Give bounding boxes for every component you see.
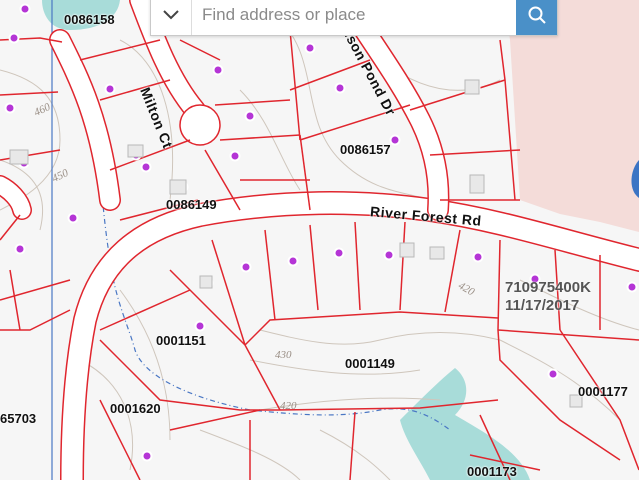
- search-source-dropdown-button[interactable]: [151, 0, 192, 35]
- address-point-icon: [626, 281, 638, 293]
- address-point-icon: [287, 255, 299, 267]
- parcel-label: 0086157: [340, 142, 391, 157]
- milton-ct-cul-de-sac: [179, 104, 221, 146]
- contour-label: 420: [280, 400, 297, 412]
- address-point-icon: [67, 212, 79, 224]
- address-point-icon: [334, 82, 346, 94]
- flood-zone-date: 11/17/2017: [505, 297, 580, 314]
- search-bar: [150, 0, 558, 36]
- search-input[interactable]: [192, 4, 516, 26]
- address-point-icon: [304, 42, 316, 54]
- parcel-map[interactable]: [0, 0, 639, 480]
- address-point-icon: [194, 320, 206, 332]
- parcel-label: 65703: [0, 411, 37, 426]
- search-button[interactable]: [516, 0, 557, 35]
- address-point-icon: [140, 161, 152, 173]
- parcel-label: 0001173: [467, 464, 517, 479]
- parcel-label: 0001620: [110, 401, 161, 416]
- chevron-down-icon: [163, 10, 179, 20]
- contour-label: 430: [275, 349, 292, 361]
- address-point-icon: [14, 243, 26, 255]
- address-point-icon: [8, 32, 20, 44]
- parcel-label: 0001151: [156, 333, 206, 348]
- address-point-icon: [104, 83, 116, 95]
- address-point-icon: [212, 64, 224, 76]
- address-point-icon: [244, 110, 256, 122]
- address-point-icon: [4, 102, 16, 114]
- address-point-icon: [19, 3, 31, 15]
- parcel-label: 0001177: [578, 384, 628, 399]
- parcel-label: 0001149: [345, 356, 395, 371]
- search-icon: [528, 6, 546, 24]
- address-point-icon: [472, 251, 484, 263]
- address-point-icon: [389, 134, 401, 146]
- address-point-icon: [383, 249, 395, 261]
- address-point-icon: [547, 368, 559, 380]
- flood-zone-id: 710975400K: [505, 279, 591, 296]
- address-point-icon: [229, 150, 241, 162]
- address-point-icon: [333, 247, 345, 259]
- address-point-icon: [141, 450, 153, 462]
- flood-zone-label: 710975400K 11/17/2017: [505, 279, 591, 315]
- parcel-label: 0086158: [64, 12, 115, 27]
- parcel-label: 0086149: [166, 197, 217, 212]
- address-point-icon: [240, 261, 252, 273]
